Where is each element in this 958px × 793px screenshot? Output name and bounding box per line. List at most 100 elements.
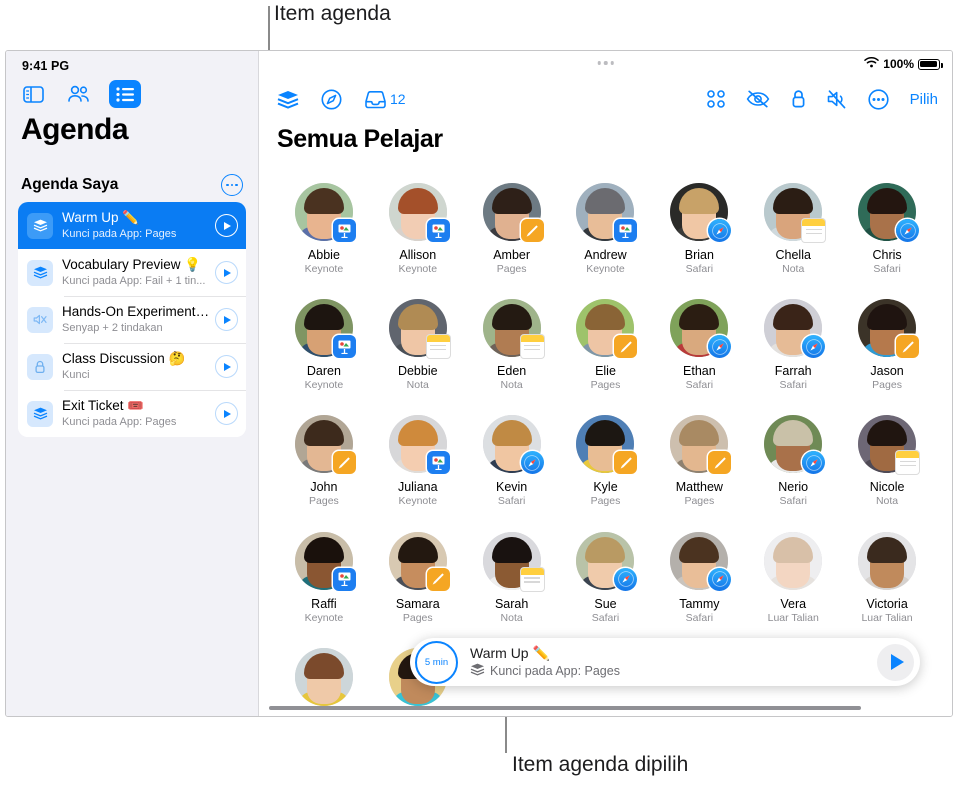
agenda-item-warm-up[interactable]: Warm Up ✏️ Kunci pada App: Pages [18, 202, 246, 249]
student-cell[interactable]: Eden Nota [465, 299, 559, 393]
student-name: Andrew [584, 248, 627, 262]
now-playing-subtitle: Kunci pada App: Pages [490, 664, 620, 678]
more-circle-icon[interactable] [868, 88, 889, 110]
student-cell[interactable]: Abbie Keynote [277, 183, 371, 277]
lock-icon[interactable] [791, 89, 806, 109]
student-name: Ethan [683, 364, 716, 379]
student-cell[interactable]: John Pages [277, 415, 371, 509]
app-badge-safari-icon [614, 567, 638, 591]
avatar-wrapper [294, 183, 356, 242]
ipad-screen: 9:41 PG Agenda Agenda Saya Warm Up ✏️ Ku… [5, 50, 953, 717]
play-icon[interactable] [877, 643, 914, 681]
student-name: Farrah [774, 364, 812, 379]
lock-icon [27, 353, 53, 380]
student-cell[interactable]: Sarah Nota [465, 531, 559, 626]
student-grid: Abbie Keynote Allison Keynote Amber Pages Andr… [259, 169, 952, 716]
student-cell[interactable]: Victoria Luar Talian [840, 531, 934, 626]
sidebar-toggle-icon[interactable] [17, 80, 49, 108]
now-playing-bar[interactable]: 5 min Warm Up ✏️ Kunci pada App: Pages [410, 638, 920, 686]
student-name: Sarah [494, 596, 529, 611]
student-cell[interactable]: Farrah Safari [746, 299, 840, 393]
agenda-item-title: Class Discussion 🤔 [62, 351, 186, 366]
eye-slash-icon[interactable] [746, 90, 770, 108]
student-name: Daren [306, 364, 341, 379]
student-name: Debbie [397, 364, 438, 379]
avatar-wrapper [858, 531, 917, 590]
avatar [294, 647, 353, 706]
student-cell[interactable]: Juliana Keynote [371, 415, 465, 509]
student-cell[interactable]: Sue Safari [559, 531, 653, 626]
student-cell[interactable]: Nerio Safari [746, 415, 840, 509]
student-cell[interactable]: Kyle Pages [559, 415, 653, 509]
play-icon[interactable] [215, 402, 238, 425]
student-app-status: Keynote [398, 495, 438, 508]
student-app-status: Nota [782, 263, 805, 275]
agenda-item-vocabulary-preview[interactable]: Vocabulary Preview 💡 Kunci pada App: Fai… [18, 249, 246, 296]
agenda-item-title: Warm Up ✏️ [62, 210, 140, 225]
app-badge-keynote-icon [332, 335, 356, 359]
student-app-status: Keynote [586, 263, 625, 275]
app-badge-pages-icon [896, 335, 920, 359]
agenda-item-subtitle: Kunci pada App: Pages [62, 228, 177, 240]
avatar-wrapper [482, 531, 544, 591]
student-cell[interactable]: Daren Keynote [277, 299, 371, 393]
student-cell[interactable]: Raffi Keynote [277, 531, 371, 626]
people-icon[interactable] [63, 80, 95, 108]
agenda-item-exit-ticket[interactable]: Exit Ticket 🎟️ Kunci pada App: Pages [18, 390, 246, 437]
student-cell[interactable]: Ethan Safari [652, 299, 746, 393]
student-cell[interactable]: Jason Pages [840, 299, 934, 393]
callout-label-selected-agenda-item: Item agenda dipilih [512, 753, 689, 776]
student-cell[interactable]: Chella Nota [746, 183, 840, 277]
layers-icon [27, 212, 53, 239]
inbox-icon[interactable]: 12 [364, 90, 406, 109]
student-cell[interactable]: Nicole Nota [840, 415, 934, 509]
avatar-wrapper [388, 415, 450, 475]
window-grabber-icon[interactable] [597, 61, 614, 65]
app-badge-keynote-icon [426, 219, 450, 242]
agenda-item-class-discussion[interactable]: Class Discussion 🤔 Kunci [18, 343, 246, 390]
select-button[interactable]: Pilih [910, 91, 938, 108]
status-bar-right: 100% [864, 57, 943, 71]
student-app-status: Safari [685, 263, 714, 275]
agenda-item-hands-on-experiment[interactable]: Hands-On Experiment 🧪 Senyap + 2 tindaka… [18, 296, 246, 343]
student-app-status: Keynote [304, 263, 344, 275]
app-badge-pages-icon [520, 219, 544, 242]
layers-icon [27, 400, 53, 427]
student-cell[interactable]: Kevin Safari [465, 415, 559, 509]
avatar-wrapper [576, 299, 638, 359]
student-name: Juliana [397, 480, 438, 495]
more-circle-icon[interactable] [221, 174, 243, 196]
student-cell[interactable]: Elie Pages [559, 299, 653, 393]
student-cell[interactable]: Samara Pages [371, 531, 465, 626]
grid-four-icon[interactable] [706, 90, 725, 108]
list-icon[interactable] [109, 80, 141, 108]
student-cell[interactable]: Allison Keynote [371, 183, 465, 277]
student-cell[interactable]: Matthew Pages [652, 415, 746, 509]
student-cell[interactable]: Chris Safari [840, 183, 934, 277]
avatar-wrapper [482, 415, 544, 475]
battery-percent-label: 100% [883, 57, 914, 71]
student-cell[interactable]: Amber Pages [465, 183, 559, 277]
student-name: Abbie [307, 248, 340, 262]
app-badge-notes-icon [520, 567, 544, 591]
student-cell[interactable]: Brian Safari [652, 183, 746, 277]
student-app-status: Luar Talian [861, 611, 913, 624]
layers-icon[interactable] [277, 90, 299, 109]
compass-icon[interactable] [321, 89, 342, 110]
play-icon[interactable] [215, 261, 238, 284]
avatar-wrapper [858, 299, 920, 359]
student-name: Kevin [495, 480, 528, 495]
horizontal-scrollbar[interactable] [269, 706, 861, 710]
play-icon[interactable] [215, 308, 238, 331]
mute-icon[interactable] [827, 89, 847, 109]
app-badge-pages-icon [332, 451, 356, 475]
student-cell[interactable]: Tammy Safari [652, 531, 746, 626]
play-icon[interactable] [215, 355, 238, 378]
play-icon[interactable] [215, 214, 238, 237]
student-cell[interactable]: Vera Luar Talian [746, 531, 840, 626]
student-cell[interactable]: Debbie Nota [371, 299, 465, 393]
student-name: Sue [594, 596, 617, 611]
layers-icon [470, 663, 485, 680]
student-cell[interactable]: Andrew Keynote [559, 183, 653, 277]
app-badge-pages-icon [426, 567, 450, 591]
